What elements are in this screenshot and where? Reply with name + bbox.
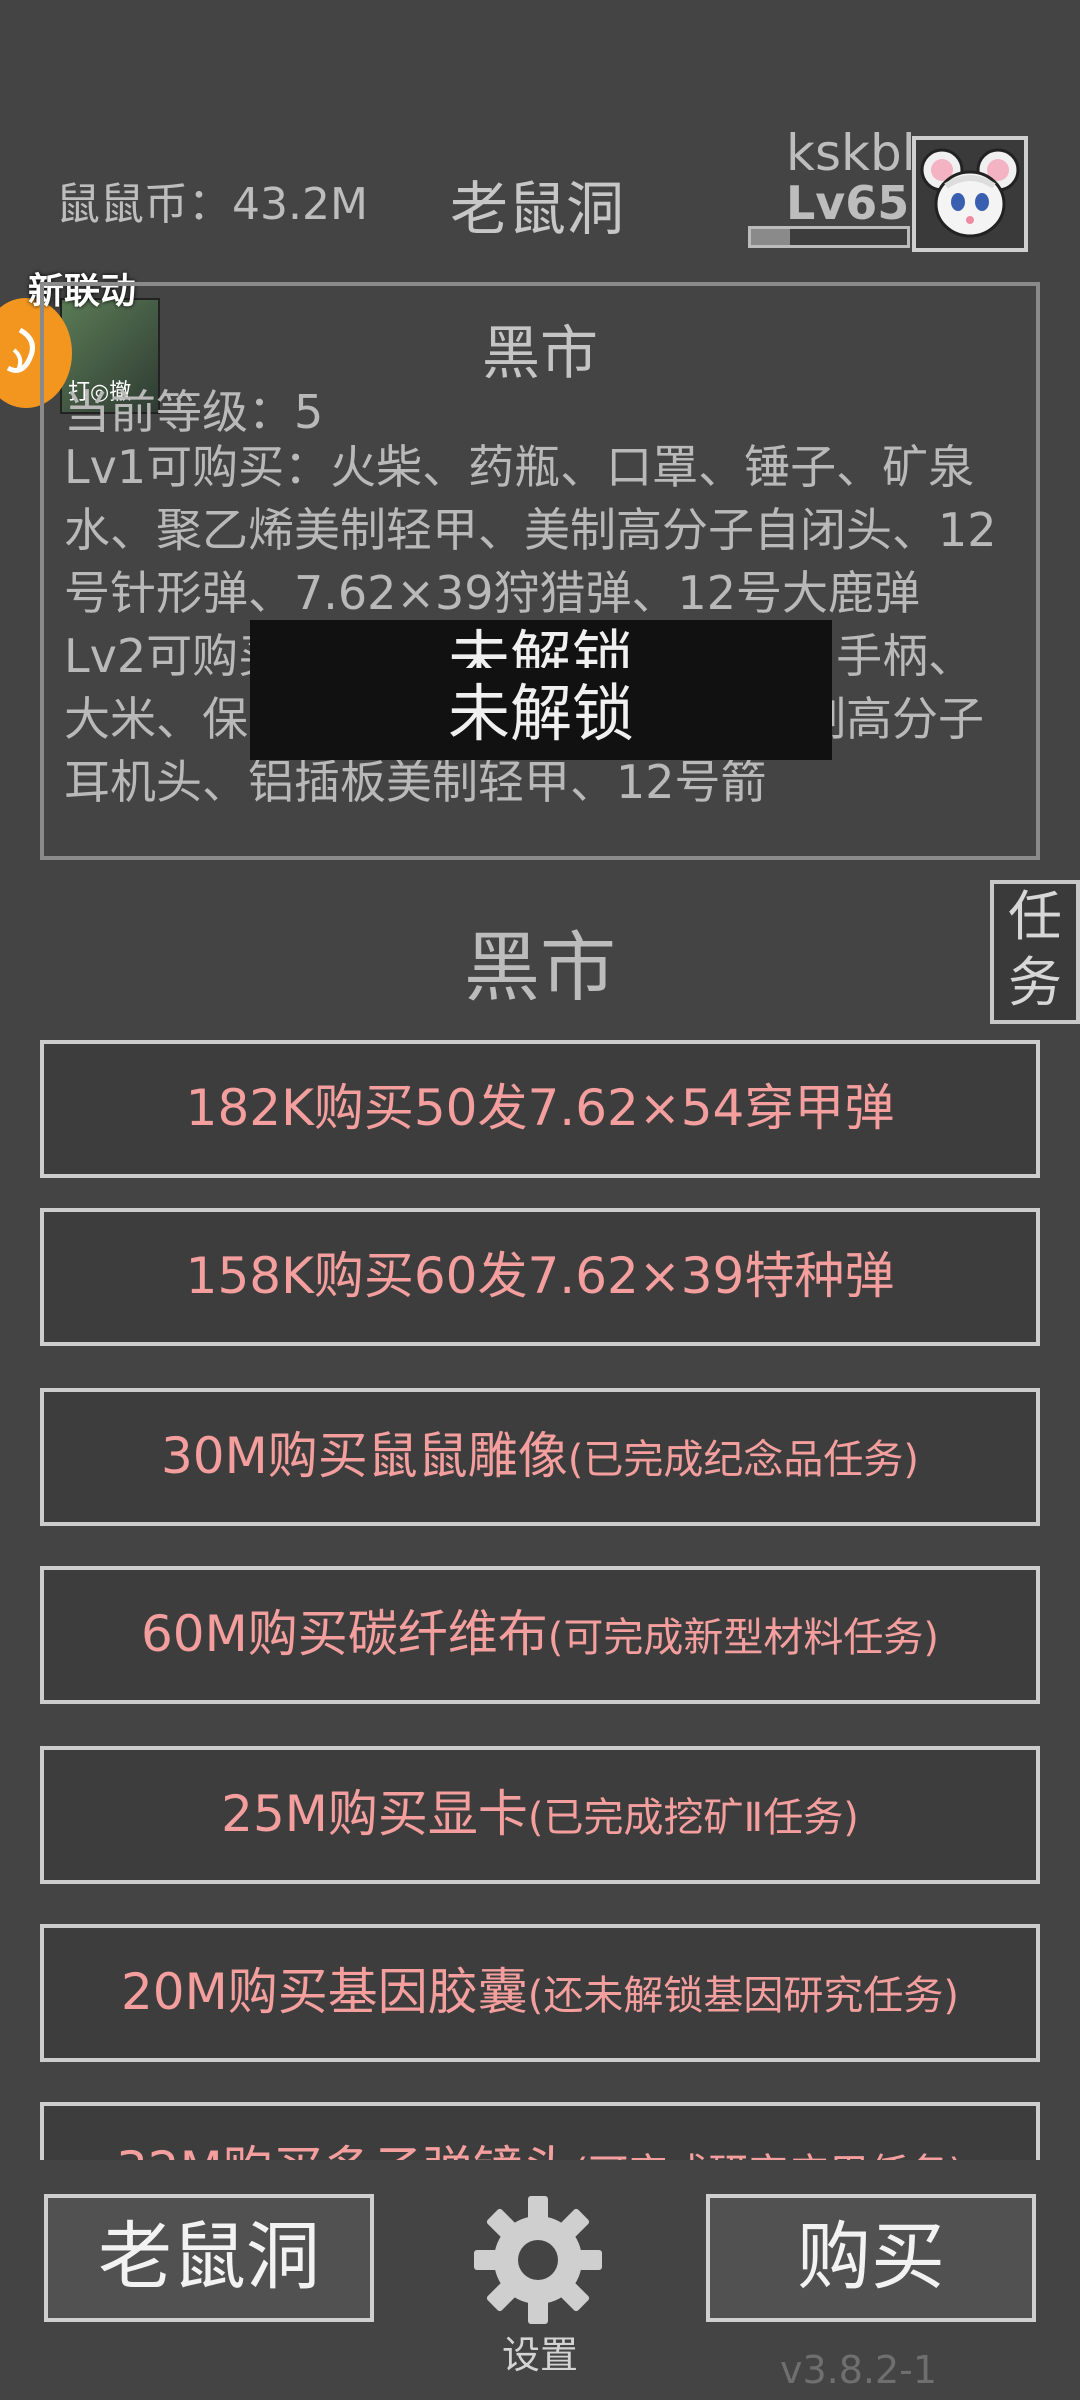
shop-item-label: 158K购买60发7.62×39特种弹 xyxy=(185,1247,895,1305)
shop-item-note: (可完成新型材料任务) xyxy=(547,1615,939,1661)
shop-list[interactable]: 182K购买50发7.62×54穿甲弹 158K购买60发7.62×39特种弹 … xyxy=(40,1040,1042,2160)
page-title: 老鼠洞 xyxy=(450,175,625,243)
xp-progress-fill xyxy=(751,229,790,245)
locked-toast: 未解锁 xyxy=(250,668,832,760)
info-panel[interactable]: 黑市 当前等级：5 Lv1可购买：火柴、药瓶、口罩、锤子、矿泉水、聚乙烯美制轻甲… xyxy=(40,282,1040,860)
bottom-bar: 老鼠洞 设置 购买 v3.8.2-1 xyxy=(0,2160,1080,2400)
task-button[interactable]: 任务 xyxy=(990,880,1080,1024)
shop-item-note: (还未解锁基因研究任务) xyxy=(527,1973,959,2019)
shop-item-button[interactable]: 158K购买60发7.62×39特种弹 xyxy=(40,1208,1040,1346)
shop-item-label: 30M购买鼠鼠雕像 xyxy=(161,1427,568,1485)
settings-button[interactable] xyxy=(472,2194,604,2326)
buy-button[interactable]: 购买 xyxy=(706,2194,1036,2322)
shop-item-label: 20M购买基因胶囊 xyxy=(121,1963,528,2021)
shop-item-label: 32M购买多子弹镜头 xyxy=(116,2141,573,2160)
settings-label: 设置 xyxy=(501,2333,578,2377)
shop-item-note: (已完成挖矿Ⅱ任务) xyxy=(527,1795,859,1841)
shop-item-button[interactable]: 25M购买显卡(已完成挖矿Ⅱ任务) xyxy=(40,1746,1040,1884)
shop-item-note: (可完成研究应用任务) xyxy=(573,2151,964,2160)
xp-progress-bar xyxy=(748,226,910,248)
shop-item-label: 182K购买50发7.62×54穿甲弹 xyxy=(185,1079,895,1137)
home-button[interactable]: 老鼠洞 xyxy=(44,2194,374,2322)
username: kskbl xyxy=(786,124,916,182)
shop-item-button[interactable]: 30M购买鼠鼠雕像(已完成纪念品任务) xyxy=(40,1388,1040,1526)
avatar[interactable] xyxy=(912,136,1028,252)
player-level: Lv65 xyxy=(786,176,910,230)
shop-item-note: (已完成纪念品任务) xyxy=(567,1437,919,1483)
shop-item-button[interactable]: 60M购买碳纤维布(可完成新型材料任务) xyxy=(40,1566,1040,1704)
shop-item-label: 25M购买显卡 xyxy=(221,1785,528,1843)
version-label: v3.8.2-1 xyxy=(780,2348,938,2392)
shop-item-label: 60M购买碳纤维布 xyxy=(141,1605,548,1663)
gear-icon xyxy=(474,2196,602,2324)
shop-item-button[interactable]: 182K购买50发7.62×54穿甲弹 xyxy=(40,1040,1040,1178)
rat-avatar-icon xyxy=(920,148,1020,238)
level-1-unlocks: Lv1可购买：火柴、药瓶、口罩、锤子、矿泉水、聚乙烯美制轻甲、美制高分子自闭头、… xyxy=(64,440,997,620)
current-level: 当前等级：5 xyxy=(64,385,324,439)
coin-balance: 鼠鼠币：43.2M xyxy=(56,179,368,230)
shop-item-button[interactable]: 20M购买基因胶囊(还未解锁基因研究任务) xyxy=(40,1924,1040,2062)
shop-item-button[interactable]: 32M购买多子弹镜头(可完成研究应用任务) xyxy=(40,2102,1040,2160)
shop-title: 黑市 xyxy=(464,923,616,1012)
